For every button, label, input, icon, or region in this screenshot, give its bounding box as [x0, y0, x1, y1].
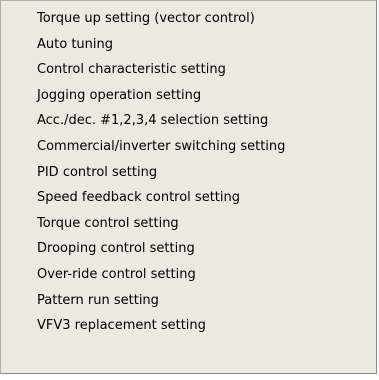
menu-item-commercial-inverter-switching-setting[interactable]: Commercial/inverter switching setting [1, 134, 376, 160]
menu-item-vfv3-replacement-setting[interactable]: VFV3 replacement setting [1, 313, 376, 339]
menu-item-torque-control-setting[interactable]: Torque control setting [1, 211, 376, 237]
menu-item-torque-up-setting[interactable]: Torque up setting (vector control) [1, 6, 376, 32]
menu-item-jogging-operation-setting[interactable]: Jogging operation setting [1, 83, 376, 109]
menu-item-pid-control-setting[interactable]: PID control setting [1, 160, 376, 186]
menu-item-auto-tuning[interactable]: Auto tuning [1, 32, 376, 58]
menu-item-drooping-control-setting[interactable]: Drooping control setting [1, 236, 376, 262]
menu-item-over-ride-control-setting[interactable]: Over-ride control setting [1, 262, 376, 288]
menu-item-control-characteristic-setting[interactable]: Control characteristic setting [1, 57, 376, 83]
menu-item-speed-feedback-control-setting[interactable]: Speed feedback control setting [1, 185, 376, 211]
menu-item-pattern-run-setting[interactable]: Pattern run setting [1, 288, 376, 314]
menu-item-acc-dec-selection-setting[interactable]: Acc./dec. #1,2,3,4 selection setting [1, 108, 376, 134]
context-menu: Torque up setting (vector control) Auto … [0, 0, 377, 374]
